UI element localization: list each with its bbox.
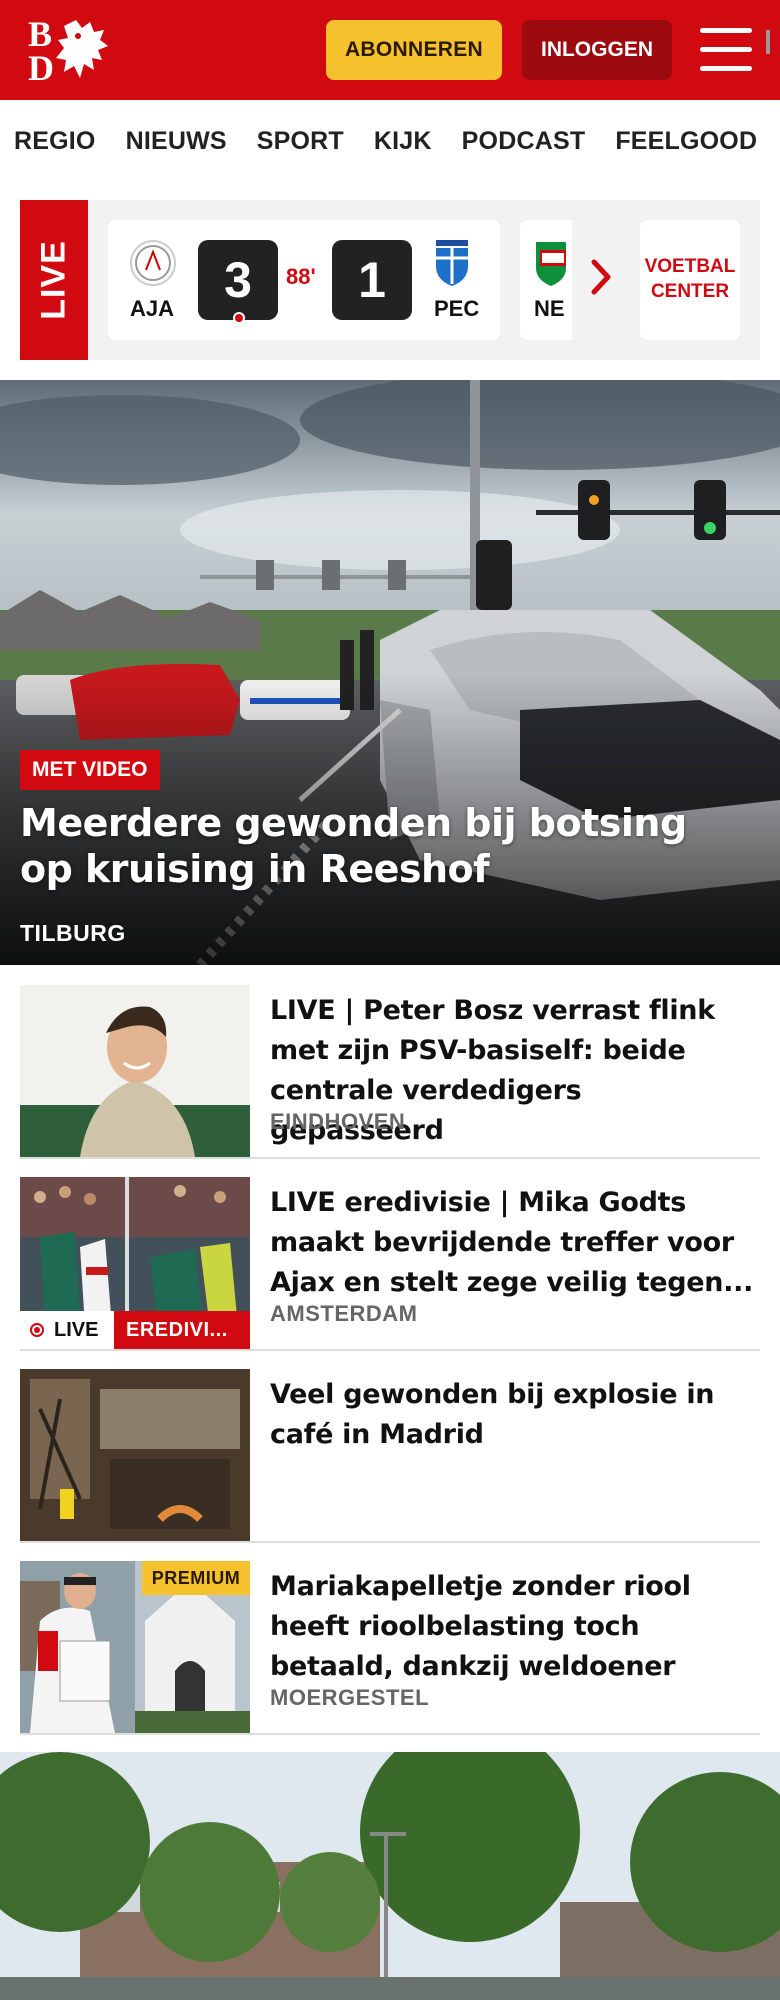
ajax-crest-icon xyxy=(130,240,176,286)
live-indicator-icon xyxy=(30,1323,44,1337)
chevron-right-icon[interactable] xyxy=(590,258,612,296)
pec-crest-icon xyxy=(434,240,470,286)
article-title[interactable]: LIVE eredivisie | Mika Godts maakt bevri… xyxy=(270,1183,760,1303)
nav-item-regio[interactable]: REGIO xyxy=(14,127,96,156)
lion-icon xyxy=(56,20,108,78)
match-minute: 88' xyxy=(286,264,316,289)
bd-logo[interactable]: B D xyxy=(28,14,112,88)
nav-overflow-indicator xyxy=(766,30,770,54)
main-nav: REGIO NIEUWS SPORT KIJK PODCAST FEELGOOD xyxy=(0,100,780,182)
article-location: AMSTERDAM xyxy=(270,1301,418,1326)
live-dot xyxy=(233,312,245,324)
home-score: 3 xyxy=(198,240,278,324)
article-thumbnail xyxy=(20,985,250,1157)
article-location: MOERGESTEL xyxy=(270,1685,430,1710)
logo-letter-b: B xyxy=(28,14,53,54)
premium-badge: PREMIUM xyxy=(142,1561,250,1595)
article-item[interactable]: LIVE EREDIVI... LIVE eredivisie | Mika G… xyxy=(20,1177,760,1351)
login-button[interactable]: INLOGGEN xyxy=(522,20,672,80)
away-team-name: PEC xyxy=(434,296,480,321)
article-item[interactable]: LIVE | Peter Bosz verrast flink met zijn… xyxy=(20,985,760,1159)
hero-location: TILBURG xyxy=(20,920,126,946)
article-title[interactable]: Veel gewonden bij explosie in café in Ma… xyxy=(270,1375,760,1455)
nav-item-nieuws[interactable]: NIEUWS xyxy=(126,127,227,156)
subscribe-button[interactable]: ABONNEREN xyxy=(326,20,502,80)
category-pill: EREDIVI... xyxy=(114,1311,250,1349)
next-match-card[interactable]: NE xyxy=(520,220,572,340)
nav-item-feelgood[interactable]: FEELGOOD xyxy=(615,127,757,156)
nav-item-kijk[interactable]: KIJK xyxy=(374,127,432,156)
home-team-name: AJA xyxy=(130,296,175,321)
logo-letter-d: D xyxy=(28,48,54,88)
live-scores-bar: LIVE AJA 3 88' 1 PEC NE VOETBAL CENTER xyxy=(20,200,760,360)
hero-article[interactable]: MET VIDEO Meerdere gewonden bij botsing … xyxy=(0,380,780,965)
next-team-name: NE xyxy=(534,296,565,321)
next-article-image[interactable] xyxy=(0,1752,780,2000)
live-tag: LIVE xyxy=(20,200,88,360)
article-thumbnail xyxy=(20,1369,250,1541)
voetbal-center-link[interactable]: VOETBAL CENTER xyxy=(640,220,740,340)
nav-item-sport[interactable]: SPORT xyxy=(257,127,344,156)
hamburger-menu-icon[interactable] xyxy=(700,28,752,72)
article-item[interactable]: PREMIUM Mariakapelletje zonder riool hee… xyxy=(20,1561,760,1735)
article-title[interactable]: Mariakapelletje zonder riool heeft riool… xyxy=(270,1567,760,1687)
article-item[interactable]: Veel gewonden bij explosie in café in Ma… xyxy=(20,1369,760,1543)
match-card[interactable]: AJA 3 88' 1 PEC xyxy=(108,220,500,340)
site-header: B D ABONNEREN INLOGGEN xyxy=(0,0,780,100)
hero-title[interactable]: Meerdere gewonden bij botsing op kruisin… xyxy=(20,800,740,893)
article-location: EINDHOVEN xyxy=(270,1109,406,1134)
away-score: 1 xyxy=(332,240,412,320)
nec-crest-icon xyxy=(534,240,568,286)
live-pill: LIVE xyxy=(20,1311,114,1349)
nav-item-podcast[interactable]: PODCAST xyxy=(462,127,586,156)
video-badge: MET VIDEO xyxy=(20,750,160,790)
